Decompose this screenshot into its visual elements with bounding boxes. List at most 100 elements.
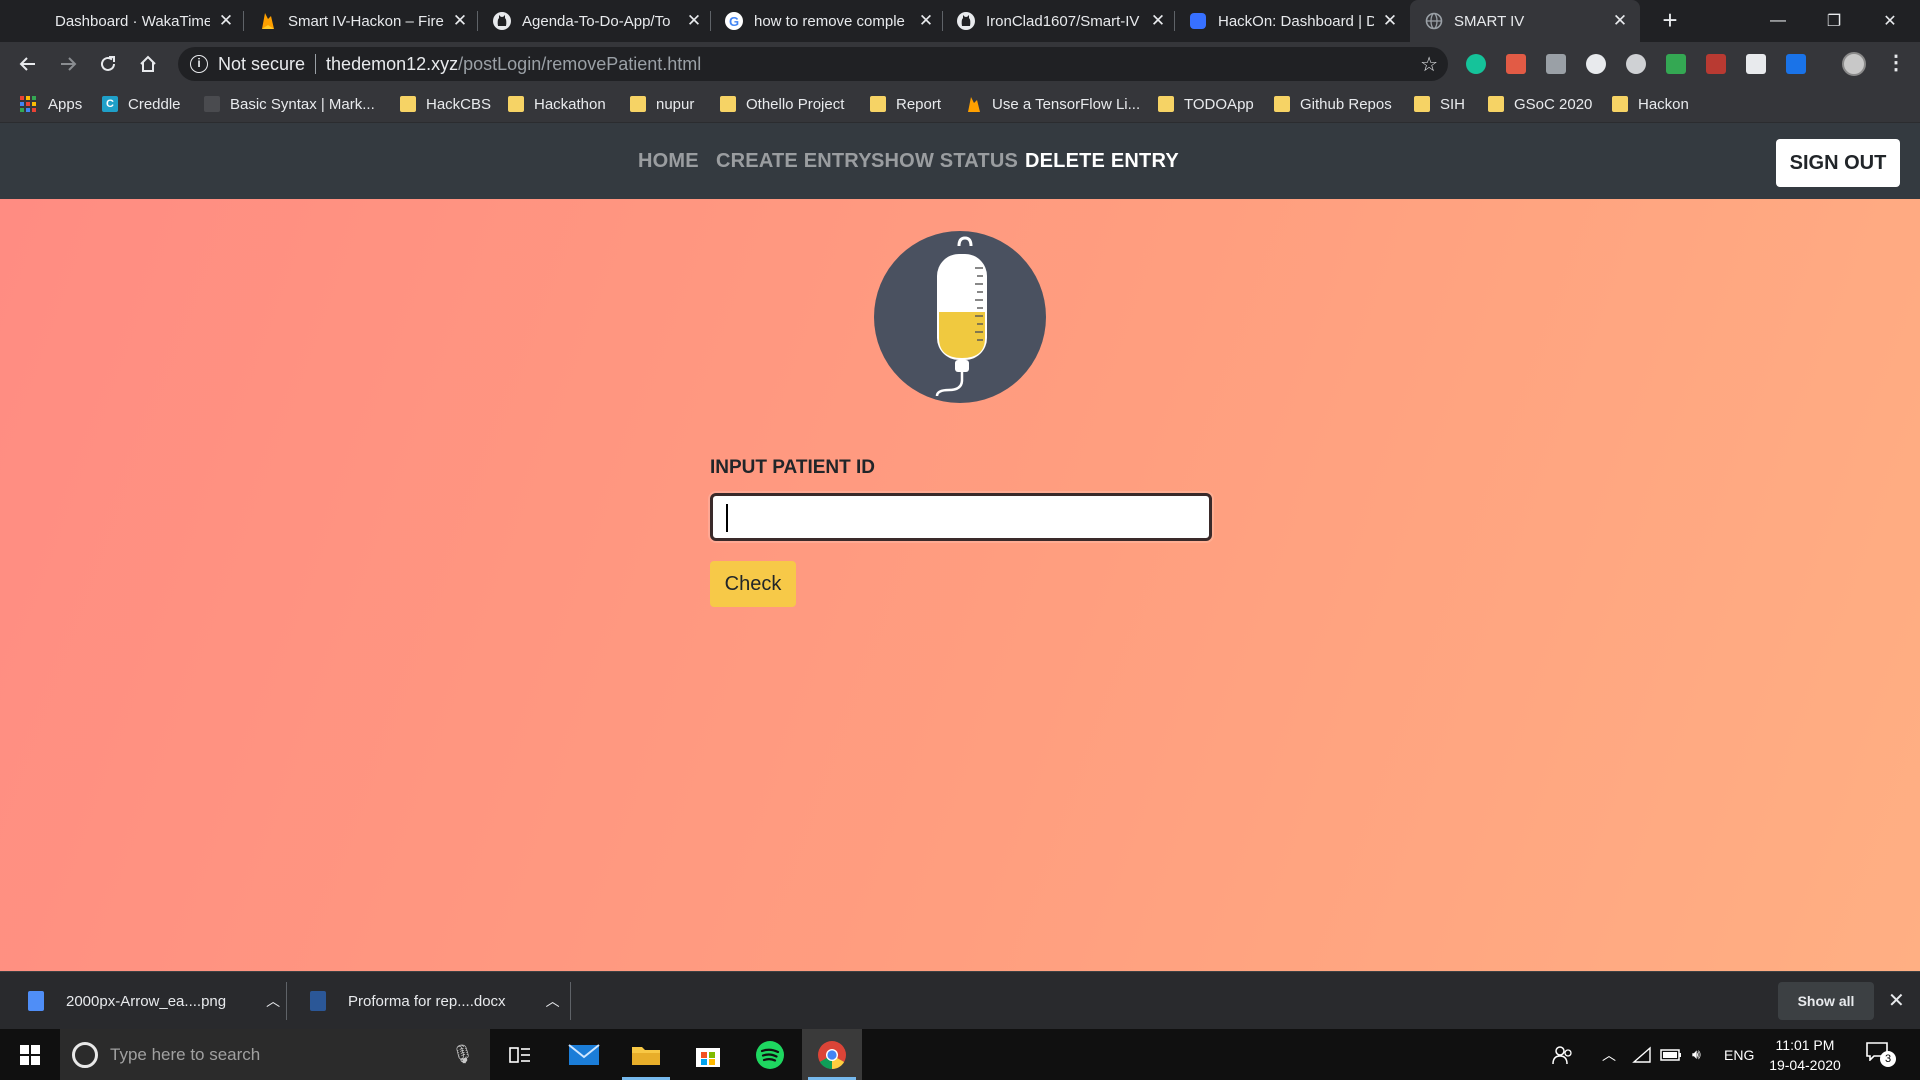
pdf-icon[interactable]	[1706, 54, 1726, 74]
wifi-icon[interactable]	[1632, 1029, 1652, 1080]
language-indicator[interactable]: ENG	[1724, 1029, 1754, 1080]
menu-kebab-icon[interactable]: ⋮	[1886, 50, 1906, 75]
tab-wakatime[interactable]: Dashboard · WakaTime ✕	[40, 0, 236, 42]
grammarly-icon[interactable]	[1466, 54, 1486, 74]
task-view-icon[interactable]	[490, 1029, 550, 1080]
bookmark-othello[interactable]: Othello Project	[720, 86, 844, 122]
tab-agenda-github[interactable]: Agenda-To-Do-App/To ✕	[492, 0, 704, 42]
tab-firebase[interactable]: Smart IV-Hackon – Fire ✕	[258, 0, 470, 42]
bookmark-github-repos[interactable]: Github Repos	[1274, 86, 1392, 122]
github-icon	[492, 11, 512, 31]
tab-separator	[243, 11, 244, 31]
bookmark-label: Basic Syntax | Mark...	[230, 95, 375, 113]
back-arrow-icon[interactable]	[12, 48, 44, 80]
chevron-up-icon[interactable]: ︿	[1602, 1029, 1616, 1080]
extension-icon[interactable]	[1506, 54, 1526, 74]
tab-smart-iv-active[interactable]: SMART IV ✕	[1410, 0, 1640, 42]
windows-start-icon[interactable]	[20, 1045, 40, 1065]
bookmark-hackathon[interactable]: Hackathon	[508, 86, 606, 122]
patient-id-label: INPUT PATIENT ID	[710, 457, 876, 478]
extension-icon[interactable]	[1626, 54, 1646, 74]
show-all-button[interactable]: Show all	[1778, 982, 1874, 1020]
tab-separator	[1174, 11, 1175, 31]
folder-icon	[1414, 96, 1430, 112]
address-divider	[315, 54, 317, 74]
github-icon	[956, 11, 976, 31]
tab-title: IronClad1607/Smart-IV	[986, 12, 1140, 30]
notification-center-icon[interactable]: 3	[1866, 1041, 1896, 1067]
bookmark-sih[interactable]: SIH	[1414, 86, 1465, 122]
tab-close-icon[interactable]: ✕	[916, 11, 936, 31]
tab-close-icon[interactable]: ✕	[216, 11, 236, 31]
new-tab-button[interactable]: +	[1656, 6, 1684, 34]
volume-icon[interactable]: 🔊︎	[1692, 1029, 1701, 1080]
bookmark-todoapp[interactable]: TODOApp	[1158, 86, 1254, 122]
sign-out-button[interactable]: SIGN OUT	[1776, 139, 1900, 187]
folder-icon	[1612, 96, 1628, 112]
tab-close-icon[interactable]: ✕	[684, 11, 704, 31]
reload-icon[interactable]	[92, 48, 124, 80]
extension-icon[interactable]	[1546, 54, 1566, 74]
folder-icon	[1488, 96, 1504, 112]
image-file-icon	[28, 991, 44, 1011]
tab-close-icon[interactable]: ✕	[1380, 11, 1400, 31]
spotify-icon[interactable]	[740, 1029, 800, 1080]
tab-hackon-dashboard[interactable]: HackOn: Dashboard | D ✕	[1188, 0, 1400, 42]
download-item-docx[interactable]: Proforma for rep....docx ︿	[310, 972, 560, 1030]
bookmark-basic-syntax[interactable]: Basic Syntax | Mark...	[204, 86, 375, 122]
taskbar-search[interactable]: Type here to search 🎙	[60, 1029, 490, 1080]
nav-create-entry[interactable]: CREATE ENTRY	[716, 123, 872, 199]
people-icon[interactable]	[1552, 1029, 1574, 1080]
avatar[interactable]	[1842, 52, 1866, 76]
bookmark-hackcbs[interactable]: HackCBS	[400, 86, 491, 122]
store-icon[interactable]	[678, 1029, 738, 1080]
download-item-image[interactable]: 2000px-Arrow_ea....png ︿	[28, 972, 280, 1030]
bookmark-report[interactable]: Report	[870, 86, 941, 122]
cast-icon[interactable]	[1666, 54, 1686, 74]
tab-google-search[interactable]: G how to remove comple ✕	[724, 0, 936, 42]
minimize-icon[interactable]: —	[1750, 0, 1806, 42]
bookmark-gsoc[interactable]: GSoC 2020	[1488, 86, 1592, 122]
bookmark-label: Othello Project	[746, 95, 845, 113]
bookmark-star-icon[interactable]: ☆	[1420, 52, 1438, 77]
home-icon[interactable]	[132, 48, 164, 80]
battery-icon[interactable]	[1660, 1029, 1682, 1080]
bookmark-hackon[interactable]: Hackon	[1612, 86, 1689, 122]
mail-icon[interactable]	[554, 1029, 614, 1080]
chevron-up-icon[interactable]: ︿	[546, 991, 560, 1011]
bookmark-apps[interactable]: Apps	[20, 86, 82, 122]
system-clock[interactable]: 11:01 PM 19-04-2020	[1760, 1035, 1850, 1075]
bookmark-tensorflow[interactable]: Use a TensorFlow Li...	[966, 86, 1140, 122]
address-bar[interactable]: i Not secure thedemon12.xyz /postLogin/r…	[178, 47, 1448, 81]
extension-icon[interactable]	[1586, 54, 1606, 74]
check-button[interactable]: Check	[710, 561, 796, 607]
nav-show-status[interactable]: SHOW STATUS	[871, 123, 1018, 199]
extension-icon[interactable]	[1746, 54, 1766, 74]
google-icon: G	[724, 11, 744, 31]
folder-icon	[508, 96, 524, 112]
nav-home[interactable]: HOME	[638, 123, 699, 199]
creddle-icon: C	[102, 96, 118, 112]
chrome-icon[interactable]	[802, 1029, 862, 1080]
extension-icon[interactable]	[1786, 54, 1806, 74]
bookmark-label: SIH	[1440, 95, 1466, 113]
bookmark-label: Hackathon	[534, 95, 606, 113]
tab-close-icon[interactable]: ✕	[1148, 11, 1168, 31]
forward-arrow-icon[interactable]	[52, 48, 84, 80]
chevron-up-icon[interactable]: ︿	[266, 991, 280, 1011]
bookmark-nupur[interactable]: nupur	[630, 86, 694, 122]
tab-close-icon[interactable]: ✕	[450, 11, 470, 31]
restore-icon[interactable]: ❐	[1806, 0, 1862, 42]
window-close-icon[interactable]: ✕	[1862, 0, 1918, 42]
tab-smart-iv-github[interactable]: IronClad1607/Smart-IV ✕	[956, 0, 1168, 42]
bookmark-label: HackCBS	[426, 95, 492, 113]
apps-grid-icon	[20, 96, 36, 112]
close-downloads-icon[interactable]: ✕	[1888, 988, 1905, 1013]
nav-delete-entry[interactable]: DELETE ENTRY	[1025, 123, 1179, 199]
tab-close-icon[interactable]: ✕	[1610, 11, 1630, 31]
info-icon[interactable]: i	[190, 55, 208, 73]
microphone-icon[interactable]: 🎙	[451, 1044, 474, 1065]
bookmark-creddle[interactable]: C Creddle	[102, 86, 181, 122]
file-explorer-icon[interactable]	[616, 1029, 676, 1080]
patient-id-input[interactable]	[710, 493, 1212, 541]
